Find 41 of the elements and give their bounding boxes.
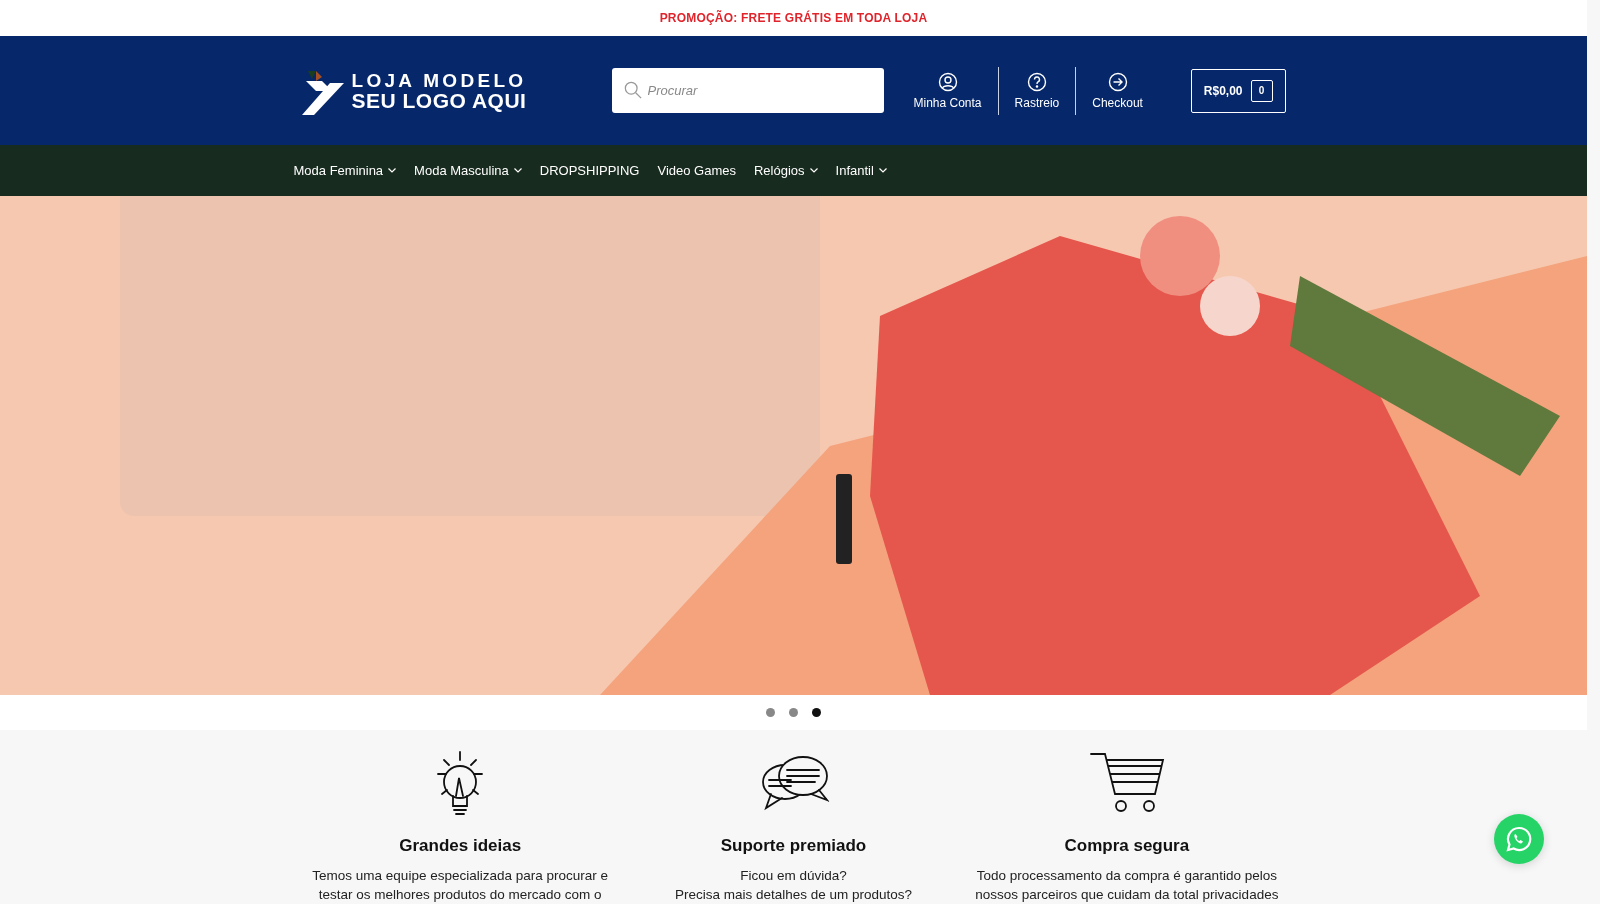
speech-bubbles-icon: [762, 756, 831, 811]
whatsapp-icon: [1505, 825, 1533, 853]
feature-text: nossos parceiros que cuidam da total privacidades: [975, 886, 1279, 904]
nav-link[interactable]: Moda Masculina: [414, 163, 522, 179]
slide-dot[interactable]: [789, 708, 798, 717]
slide-dot[interactable]: [812, 708, 821, 717]
nav-link[interactable]: Video Games: [657, 163, 736, 179]
feature-text: Precisa mais detalhes de um produtos?: [674, 886, 913, 904]
feature-title: Grandes ideias: [399, 836, 522, 856]
feature-title: Suporte premiado: [720, 836, 867, 856]
question-icon: [1026, 71, 1047, 92]
promo-text: PROMOÇÃO: FRETE GRÁTIS EM TODA LOJA: [659, 10, 928, 25]
feature-text: Todo processamento da compra é garantido pelos: [976, 867, 1277, 885]
header-link[interactable]: Checkout: [1075, 66, 1159, 115]
header-link[interactable]: Rastreio: [997, 66, 1076, 115]
feature-text: testar os melhores produtos do mercado com o: [318, 886, 602, 904]
nav-link[interactable]: Moda Feminina: [293, 163, 397, 179]
slide-dot[interactable]: [766, 708, 775, 717]
search-field[interactable]: Procurar: [611, 68, 884, 114]
nav-link[interactable]: DROPSHIPPING: [539, 163, 640, 179]
logo-title: LOJA MODELO: [351, 70, 527, 90]
cart-total: R$0,00: [1203, 83, 1243, 98]
chevron-down-icon: [388, 168, 397, 174]
arrow-right-icon: [1107, 71, 1128, 92]
feature-title: Compra segura: [1064, 836, 1190, 856]
feature-text: Ficou em dúvida?: [740, 867, 847, 885]
nav-link[interactable]: Infantil: [835, 163, 887, 179]
banner-photo[interactable]: [0, 196, 1587, 695]
cart-count: 0: [1250, 79, 1273, 102]
header-link[interactable]: Minha Conta: [897, 66, 998, 115]
user-icon: [937, 71, 958, 92]
feature-text: Temos uma equipe especializada para procurar e: [312, 867, 608, 885]
store-logo[interactable]: LOJA MODELO SEU LOGO AQUI: [301, 64, 594, 117]
cart-button[interactable]: R$0,00 0: [1190, 68, 1286, 113]
logo-subtitle: SEU LOGO AQUI: [351, 89, 527, 111]
nav-link[interactable]: Relógios: [754, 163, 818, 179]
chevron-down-icon: [809, 168, 818, 174]
chevron-down-icon: [513, 168, 522, 174]
chevron-down-icon: [878, 168, 887, 174]
shopping-cart-icon: [1089, 753, 1164, 812]
light-bulb-icon: [437, 751, 484, 815]
